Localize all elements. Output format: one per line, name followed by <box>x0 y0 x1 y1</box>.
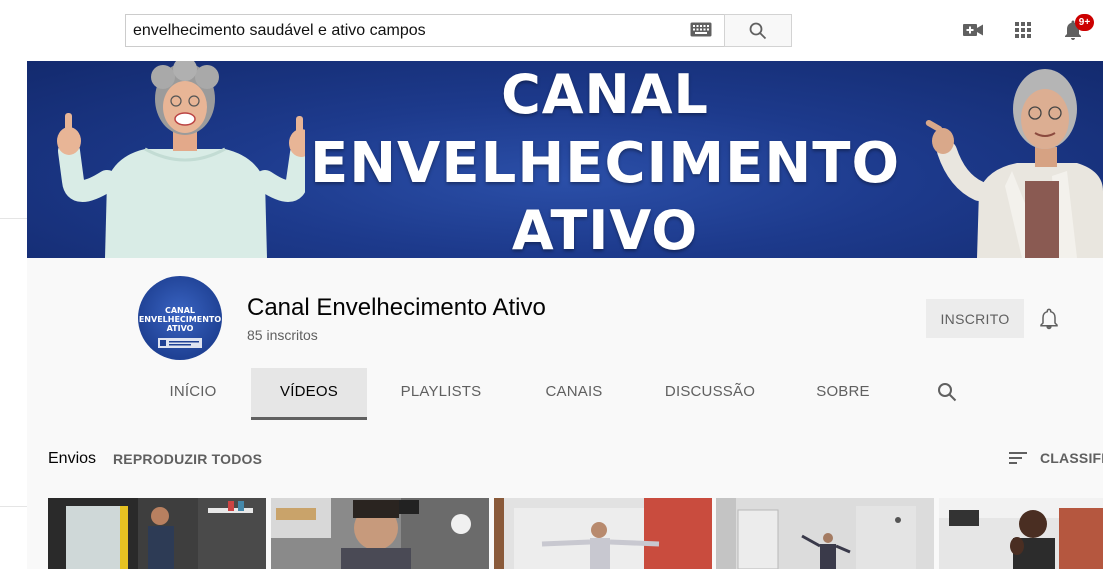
channel-tabs: INÍCIO VÍDEOS PLAYLISTS CANAIS DISCUSSÃO… <box>27 368 1103 420</box>
tab-sobre[interactable]: SOBRE <box>803 368 883 420</box>
avatar-logo-icon <box>158 338 202 348</box>
top-bar: 9+ <box>0 0 1103 60</box>
channel-banner: CANAL ENVELHECIMENTO ATIVO <box>27 61 1103 258</box>
subscriber-count: 85 inscritos <box>247 327 318 343</box>
channel-notification-bell-icon[interactable] <box>1038 307 1060 331</box>
keyboard-icon[interactable] <box>690 22 712 37</box>
video-thumbnail[interactable] <box>939 498 1103 569</box>
play-all-button[interactable]: REPRODUZIR TODOS <box>113 451 262 467</box>
search-icon <box>749 22 767 39</box>
video-thumbnail[interactable] <box>48 498 266 569</box>
tab-playlists[interactable]: PLAYLISTS <box>389 368 493 420</box>
tab-canais[interactable]: CANAIS <box>529 368 619 420</box>
avatar-text: CANAL ENVELHECIMENTO ATIVO <box>138 306 222 333</box>
search-input[interactable] <box>125 14 725 47</box>
video-thumbnail[interactable] <box>716 498 934 569</box>
youtube-channel-page: 9+ CANAL ENVELHECIMENTO ATI <box>0 0 1103 569</box>
video-thumbnail[interactable] <box>271 498 489 569</box>
video-thumbnail[interactable] <box>494 498 712 569</box>
create-video-icon[interactable] <box>961 18 985 42</box>
sidebar-divider <box>0 218 27 219</box>
channel-name: Canal Envelhecimento Ativo <box>247 294 546 321</box>
sort-button[interactable]: CLASSIFICAR <box>1040 450 1103 466</box>
banner-person-right-illustration <box>925 69 1103 258</box>
tab-discussao[interactable]: DISCUSSÃO <box>655 368 765 420</box>
apps-grid-icon[interactable] <box>1011 18 1035 42</box>
tab-videos[interactable]: VÍDEOS <box>251 368 367 420</box>
channel-header: CANAL ENVELHECIMENTO ATIVO Canal Envelhe… <box>27 258 1103 420</box>
uploads-section: Envios REPRODUZIR TODOS CLASSIFICAR <box>27 420 1103 569</box>
sort-icon[interactable] <box>1008 449 1028 467</box>
notification-count-badge: 9+ <box>1075 14 1094 31</box>
channel-search-icon[interactable] <box>936 381 958 403</box>
search-button[interactable] <box>724 14 792 47</box>
sidebar-divider <box>0 506 27 507</box>
channel-avatar[interactable]: CANAL ENVELHECIMENTO ATIVO <box>138 276 222 360</box>
tab-inicio[interactable]: INÍCIO <box>151 368 235 420</box>
subscribed-button[interactable]: INSCRITO <box>926 299 1024 338</box>
uploads-title: Envios <box>48 450 97 467</box>
